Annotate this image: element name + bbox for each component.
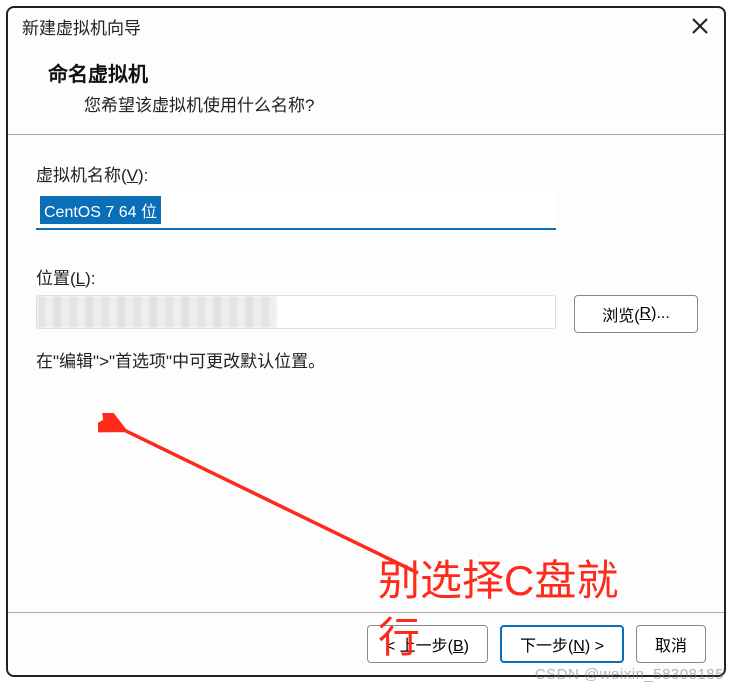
- location-hint: 在"编辑">"首选项"中可更改默认位置。: [36, 347, 696, 372]
- close-button[interactable]: [686, 12, 714, 40]
- next-button[interactable]: 下一步(N) >: [500, 625, 624, 663]
- back-button[interactable]: < 上一步(B): [367, 625, 488, 663]
- cancel-button[interactable]: 取消: [636, 625, 706, 663]
- new-vm-wizard-dialog: 新建虚拟机向导 命名虚拟机 您希望该虚拟机使用什么名称? 虚拟机名称(V): C…: [6, 6, 726, 677]
- location-label: 位置(L):: [36, 264, 696, 289]
- dialog-title: 新建虚拟机向导: [22, 14, 141, 39]
- close-icon: [692, 18, 708, 34]
- content-area: 虚拟机名称(V): CentOS 7 64 位 位置(L): 浏览(R)... …: [8, 135, 724, 612]
- page-subtitle: 您希望该虚拟机使用什么名称?: [48, 91, 696, 116]
- annotation-arrow-icon: [98, 413, 468, 603]
- vm-name-label: 虚拟机名称(V):: [36, 161, 696, 186]
- vm-name-input[interactable]: CentOS 7 64 位: [36, 192, 556, 230]
- footer-buttons: < 上一步(B) 下一步(N) > 取消: [8, 612, 724, 675]
- vm-name-value: CentOS 7 64 位: [40, 196, 161, 224]
- titlebar: 新建虚拟机向导: [8, 8, 724, 44]
- browse-button[interactable]: 浏览(R)...: [574, 295, 698, 333]
- wizard-header: 命名虚拟机 您希望该虚拟机使用什么名称?: [8, 44, 724, 134]
- location-input[interactable]: [36, 295, 556, 329]
- page-title: 命名虚拟机: [48, 58, 696, 87]
